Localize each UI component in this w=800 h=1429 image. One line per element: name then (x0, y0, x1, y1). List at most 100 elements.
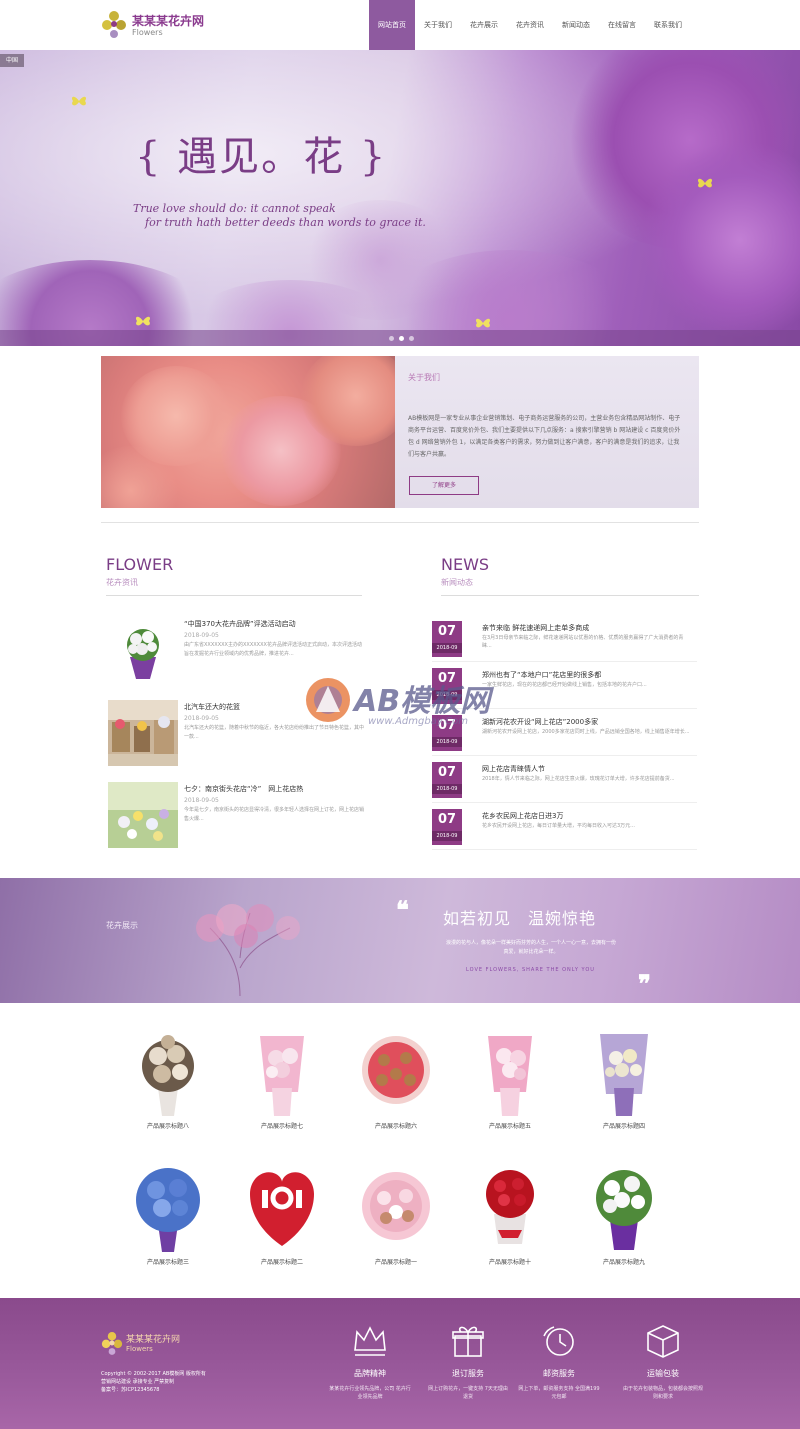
clock-icon (543, 1326, 574, 1356)
butterfly-icon (135, 316, 151, 326)
flower-thumbnail (108, 617, 178, 683)
product-image (142, 1035, 194, 1116)
product-title: 产品展示标题十 (488, 1259, 531, 1266)
banner-tag: 中国 (0, 54, 24, 67)
news-day: 07 (437, 812, 457, 827)
flower-thumbnail (108, 782, 178, 848)
about-section: 关于我们 AB模板网是一家专业从事企业营销策划、电子商务运营服务的公司，主营业务… (101, 356, 699, 508)
product-image (250, 1172, 314, 1246)
quote-open-icon: ❝ (396, 895, 409, 924)
news-title-en: NEWS (441, 555, 490, 574)
news-month: 2018-09 (432, 831, 462, 841)
nav-news[interactable]: 新闻动态 (553, 0, 599, 50)
feature-desc: 某某花卉行业领先品牌，公司 花卉行业领先品牌 (329, 1386, 411, 1400)
hero-banner: 中国 { 遇见。花 } True love should do: it cann… (0, 50, 800, 346)
news-list-item[interactable]: 07 2018-09 亲节来临 鲜花速递网上走单多商成 在3月3日母亲节来临之际… (432, 621, 697, 663)
product-card[interactable]: 产品展示标题二 (232, 1164, 332, 1276)
band-label: 花卉展示 (106, 921, 138, 930)
slider-dot[interactable] (389, 336, 394, 341)
feature-title: 品牌精神 (354, 1369, 386, 1378)
divider (441, 595, 699, 596)
site-logo[interactable]: 某某某花卉网 Flowers (101, 6, 221, 44)
product-image (488, 1036, 532, 1116)
flower-item-date: 2018-09-05 (184, 797, 219, 804)
product-card[interactable]: 产品展示标题六 (346, 1028, 446, 1140)
news-item-desc: 花乡农民开设网上花店，每日订单量大增，平均每日收入可达3万元... (482, 823, 635, 829)
flower-title-en: FLOWER (106, 555, 174, 574)
footer-logo-title: 某某某花卉网 (126, 1335, 181, 1345)
flower-thumbnail (108, 700, 178, 766)
butterfly-icon (697, 178, 713, 188)
watermark-url: www.Admgbay.Com (368, 716, 468, 727)
feature-return: 退订服务 网上订购花卉，一键支持 7天无理由退货 (423, 1322, 513, 1422)
nav-contact[interactable]: 联系我们 (645, 0, 691, 50)
product-card[interactable]: 产品展示标题一 (346, 1164, 446, 1276)
flower-item-title: “中国370大花卉品牌”评选活动启动 (184, 620, 296, 628)
product-card[interactable]: 产品展示标题十 (460, 1164, 560, 1276)
gypsophila-decoration (196, 904, 300, 997)
feature-brand: 品牌精神 某某花卉行业领先品牌，公司 花卉行业领先品牌 (325, 1322, 415, 1422)
product-card[interactable]: 产品展示标题七 (232, 1028, 332, 1140)
band-title: 如若初见 温婉惊艳 (443, 909, 597, 928)
product-title: 产品展示标题七 (260, 1123, 303, 1130)
product-card[interactable]: 产品展示标题三 (118, 1164, 218, 1276)
learn-more-button[interactable]: 了解更多 (409, 476, 479, 495)
product-image (260, 1036, 304, 1116)
showcase-band: 花卉展示 ❝ 如若初见 温婉惊艳 浪漫的花与人，像花朵一样美好而芬芳的人生，一个… (0, 878, 800, 1003)
product-card[interactable]: 产品展示标题九 (574, 1164, 674, 1276)
nav-info[interactable]: 花卉资讯 (507, 0, 553, 50)
main-nav: 网站首页 关于我们 花卉展示 花卉资讯 新闻动态 在线留言 联系我们 (369, 0, 691, 50)
divider (432, 661, 697, 662)
quote-close-icon: ❞ (638, 969, 651, 998)
watermark-text: AB模板网 (354, 684, 491, 719)
feature-packaging: 运输包装 由于花卉包装物品，包装都会按照规则和要求 (618, 1322, 708, 1422)
flower-title-cn: 花卉资讯 (106, 578, 138, 587)
flower-shop-image (108, 700, 178, 766)
copyright-line: Copyright © 2002-2017 AB模板网 版权所有 (101, 1371, 206, 1377)
product-card[interactable]: 产品展示标题四 (574, 1028, 674, 1140)
news-title-cn: 新闻动态 (441, 578, 473, 587)
nav-home[interactable]: 网站首页 (369, 0, 415, 50)
about-panel: 关于我们 AB模板网是一家专业从事企业营销策划、电子商务运营服务的公司，主营业务… (395, 356, 699, 508)
product-card[interactable]: 产品展示标题八 (118, 1028, 218, 1140)
logo-subtitle: Flowers (132, 28, 163, 37)
flower-logo-icon (101, 1332, 123, 1355)
divider (432, 849, 697, 850)
nav-about[interactable]: 关于我们 (415, 0, 461, 50)
slider-dot-active[interactable] (399, 336, 404, 341)
product-title: 产品展示标题三 (146, 1259, 189, 1266)
product-title: 产品展示标题五 (488, 1123, 531, 1130)
product-image (362, 1036, 430, 1104)
feature-desc: 网上下单，邮资服务支持 全国满199元包邮 (518, 1386, 600, 1400)
flower-list-item[interactable]: 七夕：南京街头花店“冷” 网上花店热 2018-09-05 今年是七夕，南京街头… (108, 782, 364, 848)
lily-bouquet-image (108, 617, 178, 683)
product-image (136, 1168, 200, 1252)
news-item-title: 花乡农民网上花店日进3万 (482, 812, 564, 820)
product-image (596, 1170, 652, 1250)
feature-title: 退订服务 (452, 1369, 484, 1378)
news-day: 07 (437, 765, 457, 780)
news-list-item[interactable]: 07 2018-09 花乡农民网上花店日进3万 花乡农民开设网上花店，每日订单量… (432, 809, 697, 851)
footer-copyright: Copyright © 2002-2017 AB模板网 版权所有 营销网站建设 … (101, 1370, 261, 1394)
flower-list-item[interactable]: “中国370大花卉品牌”评选活动启动 2018-09-05 由广东省XXXXXX… (108, 617, 363, 683)
flower-item-title: 北汽车还大的花篮 (184, 703, 240, 711)
footer-logo-subtitle: Flowers (126, 1345, 153, 1353)
news-list-item[interactable]: 07 2018-09 网上花店青睐情人节 2018年，情人节来临之际，网上花店生… (432, 762, 697, 804)
news-item-title: 亲节来临 鲜花速递网上走单多商成 (482, 624, 590, 632)
box-icon (647, 1325, 679, 1358)
site-header: 某某某花卉网 Flowers 网站首页 关于我们 花卉展示 花卉资讯 新闻动态 … (0, 0, 800, 50)
product-card[interactable]: 产品展示标题五 (460, 1028, 560, 1140)
watermark-logo-icon (306, 678, 350, 722)
nav-flowers[interactable]: 花卉展示 (461, 0, 507, 50)
band-en-text: LOVE FLOWERS, SHARE THE ONLY YOU (466, 967, 595, 973)
butterfly-icon (475, 318, 491, 328)
banner-quote-line: for truth hath better deeds than words t… (145, 216, 426, 229)
flower-logo-icon (102, 11, 126, 38)
slider-dot[interactable] (409, 336, 414, 341)
divider (101, 522, 699, 523)
banner-quote: True love should do: it cannot speak for… (133, 202, 453, 230)
feature-desc: 由于花卉包装物品，包装都会按照规则和要求 (622, 1386, 703, 1400)
footer-logo[interactable]: 某某某花卉网 Flowers (101, 1328, 231, 1360)
product-title: 产品展示标题四 (602, 1123, 645, 1130)
nav-message[interactable]: 在线留言 (599, 0, 645, 50)
